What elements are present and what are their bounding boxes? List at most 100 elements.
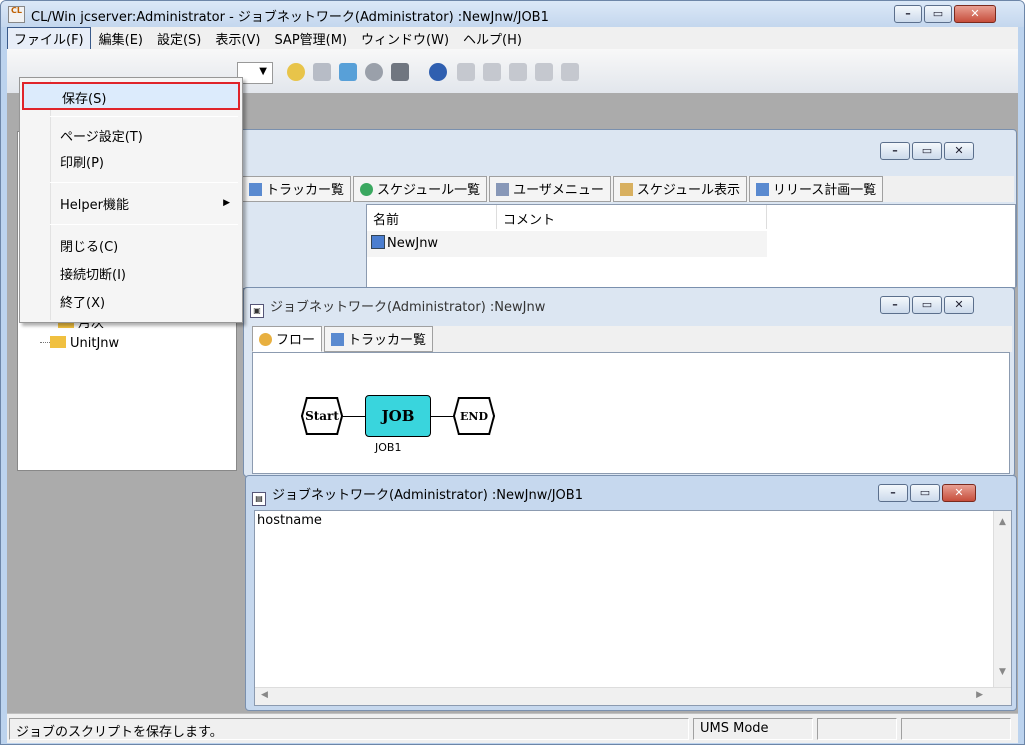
close-button[interactable]: ✕ (944, 296, 974, 314)
job-node-label: JOB1 (375, 441, 402, 454)
job-window-controls: – ▭ ✕ (878, 484, 976, 502)
folder-icon (50, 336, 66, 348)
status-message: ジョブのスクリプトを保存します。 (9, 718, 689, 740)
minimize-icon: – (890, 486, 896, 499)
window-controls: – ▭ ✕ (894, 5, 996, 23)
close-button[interactable]: ✕ (954, 5, 996, 23)
flow-edge (431, 416, 453, 417)
chevron-right-icon: ▶ (223, 198, 230, 208)
flow-icon (259, 333, 272, 346)
menu-item-disconnect[interactable]: 接続切断(I) (22, 260, 240, 288)
maximize-button[interactable]: ▭ (924, 5, 952, 23)
menu-file[interactable]: ファイル(F) (7, 26, 91, 50)
close-button[interactable]: ✕ (944, 142, 974, 160)
menu-separator (50, 116, 238, 117)
help-icon[interactable] (429, 63, 447, 81)
column-header-comment[interactable]: コメント (497, 205, 767, 229)
user-menu-icon (496, 183, 510, 196)
user-icon[interactable] (287, 63, 305, 81)
doc-icon (457, 63, 475, 81)
tracker-icon (249, 183, 262, 196)
horizontal-scrollbar[interactable]: ◀ ▶ (255, 687, 1011, 705)
tab-flow[interactable]: フロー (252, 326, 323, 352)
column-header-name[interactable]: 名前 (367, 205, 497, 229)
file-menu: 保存(S) ページ設定(T) 印刷(P) Helper機能 ▶ 閉じる(C) 接続… (19, 77, 243, 323)
menu-item-close[interactable]: 閉じる(C) (22, 232, 240, 260)
maximize-button[interactable]: ▭ (912, 142, 942, 160)
menu-sap[interactable]: SAP管理(M) (268, 28, 353, 49)
status-bar: ジョブのスクリプトを保存します。 UMS Mode (7, 713, 1018, 743)
close-icon: ✕ (954, 486, 964, 499)
menu-item-exit[interactable]: 終了(X) (22, 288, 240, 316)
menu-item-print[interactable]: 印刷(P) (22, 148, 240, 176)
app-window: CL CL/Win jcserver:Administrator - ジョブネッ… (0, 0, 1025, 745)
job-node[interactable]: JOB (365, 395, 431, 437)
manager-tabs: トラッカー覧 スケジュール一覧 ユーザメニュー スケジュール表示 リリース計画一… (242, 176, 1014, 202)
scroll-right-icon[interactable]: ▶ (976, 690, 983, 700)
maximize-icon: ▭ (932, 7, 944, 20)
manager-list: 名前 コメント NewJnw (366, 204, 1016, 288)
menu-item-page-setup[interactable]: ページ設定(T) (22, 122, 240, 150)
tools-icon[interactable] (313, 63, 331, 81)
doc-icon (509, 63, 527, 81)
job-window: ▤ ジョブネットワーク(Administrator) :NewJnw/JOB1 –… (245, 475, 1017, 711)
minimize-icon: – (892, 144, 898, 157)
menu-edit[interactable]: 編集(E) (93, 28, 149, 49)
doc-icon (483, 63, 501, 81)
window-icon[interactable] (339, 63, 357, 81)
menu-help[interactable]: ヘルプ(H) (457, 28, 528, 49)
jnw-icon (371, 235, 385, 249)
minimize-button[interactable]: – (880, 296, 910, 314)
tab-release-plan[interactable]: リリース計画一覧 (748, 176, 884, 202)
flow-canvas: Start JOB JOB1 END (252, 352, 1010, 474)
maximize-button[interactable]: ▭ (910, 484, 940, 502)
maximize-button[interactable]: ▭ (912, 296, 942, 314)
menu-item-save[interactable]: 保存(S) (22, 82, 240, 110)
menu-separator (50, 224, 238, 225)
jnw-window-caption[interactable]: ▣ ジョブネットワーク(Administrator) :NewJnw (250, 296, 545, 318)
minimize-icon: – (905, 7, 911, 20)
refresh-icon[interactable] (365, 63, 383, 81)
menu-bar: ファイル(F) 編集(E) 設定(S) 表示(V) SAP管理(M) ウィンドウ… (7, 26, 1018, 50)
start-node[interactable]: Start (301, 397, 343, 435)
tab-tracker[interactable]: トラッカー覧 (242, 176, 352, 202)
minimize-button[interactable]: – (878, 484, 908, 502)
script-editor[interactable]: hostname ▲ ▼ ◀ ▶ (254, 510, 1012, 706)
jnw-window-controls: – ▭ ✕ (880, 296, 974, 314)
menu-view[interactable]: 表示(V) (209, 28, 266, 49)
manager-window: – ▭ ✕ トラッカー覧 スケジュール一覧 ユーザメニュー スケジュール表示 リ… (239, 129, 1017, 289)
app-icon: CL (8, 6, 25, 23)
schedule-icon (360, 183, 374, 196)
tab-schedule-view[interactable]: スケジュール表示 (612, 176, 747, 202)
window-title: CL/Win jcserver:Administrator - ジョブネットワー… (31, 10, 549, 25)
jnw-window: ▣ ジョブネットワーク(Administrator) :NewJnw – ▭ ✕ … (243, 287, 1015, 477)
job-window-caption[interactable]: ▤ ジョブネットワーク(Administrator) :NewJnw/JOB1 (252, 484, 583, 506)
minimize-button[interactable]: – (880, 142, 910, 160)
minimize-button[interactable]: – (894, 5, 922, 23)
job-icon: ▤ (252, 492, 266, 506)
vertical-scrollbar[interactable]: ▲ ▼ (993, 511, 1011, 687)
menu-item-helper[interactable]: Helper機能 ▶ (22, 190, 240, 218)
close-icon: ✕ (970, 7, 980, 20)
jnw-icon: ▣ (250, 304, 264, 318)
menu-settings[interactable]: 設定(S) (151, 28, 207, 49)
tab-schedule-list[interactable]: スケジュール一覧 (353, 176, 488, 202)
tab-user-menu[interactable]: ユーザメニュー (489, 176, 611, 202)
end-node[interactable]: END (453, 397, 495, 435)
scroll-left-icon[interactable]: ◀ (261, 690, 268, 700)
menu-window[interactable]: ウィンドウ(W) (355, 28, 455, 49)
tree-item-unitjnw[interactable]: UnitJnw (40, 336, 119, 351)
close-button[interactable]: ✕ (942, 484, 976, 502)
job-icon (535, 63, 553, 81)
close-icon: ✕ (954, 144, 964, 157)
list-item[interactable]: NewJnw (367, 231, 767, 257)
binoculars-icon[interactable] (391, 63, 409, 81)
close-icon: ✕ (954, 298, 964, 311)
calendar-icon (619, 183, 633, 196)
tab-tracker[interactable]: トラッカー覧 (324, 326, 434, 352)
title-bar[interactable]: CL CL/Win jcserver:Administrator - ジョブネッ… (1, 1, 1024, 27)
status-cell (901, 718, 1011, 740)
scroll-down-icon[interactable]: ▼ (999, 667, 1006, 677)
scroll-up-icon[interactable]: ▲ (999, 517, 1006, 527)
menu-separator (50, 182, 238, 183)
